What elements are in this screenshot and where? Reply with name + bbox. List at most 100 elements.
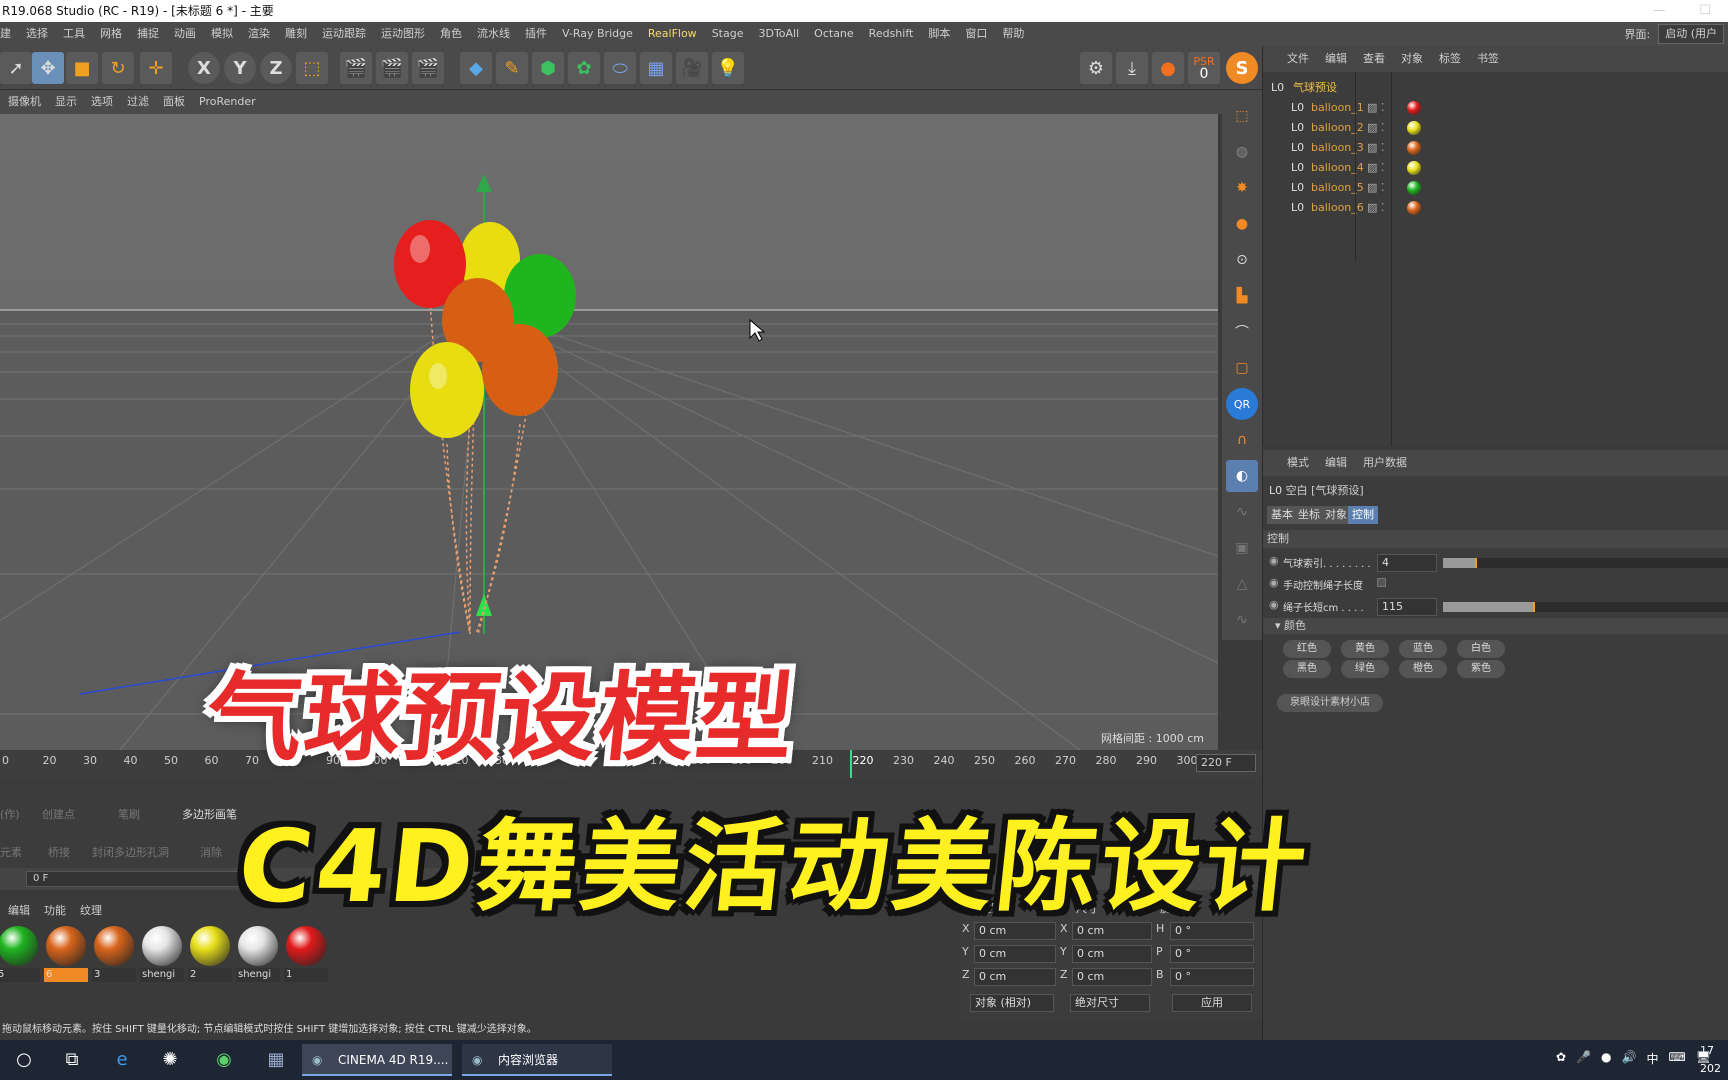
visibility-icon[interactable]: ▨ ⁚ — [1367, 98, 1384, 118]
object-menu-item-2[interactable]: 查看 — [1363, 46, 1385, 72]
material-menu-item-0[interactable]: 编辑 — [8, 902, 30, 918]
interface-dropdown[interactable]: 启动 (用户 — [1658, 24, 1724, 44]
object-row[interactable]: L0 balloon_2 ▨ ⁚ — [1263, 118, 1728, 138]
task-view-icon[interactable]: ⧉ — [60, 1048, 84, 1072]
object-mode-icon[interactable]: ▢ — [1226, 352, 1258, 384]
object-menu-item-3[interactable]: 对象 — [1401, 46, 1423, 72]
tab-1[interactable]: 坐标 — [1294, 506, 1324, 524]
tab-2[interactable]: 对象 — [1321, 506, 1351, 524]
app-pinwheel-icon[interactable]: ✺ — [158, 1048, 182, 1072]
color-button[interactable]: 白色 — [1457, 640, 1505, 658]
clock[interactable]: 17 202 — [1700, 1042, 1721, 1078]
material-tag-icon[interactable] — [1407, 141, 1421, 155]
calculator-icon[interactable]: ▦ — [264, 1048, 288, 1072]
cube-icon[interactable]: ◆ — [460, 52, 492, 84]
floor-icon[interactable]: ▦ — [640, 52, 672, 84]
attribute-menu-item-2[interactable]: 用户数据 — [1363, 450, 1407, 476]
position-field[interactable]: 0 cm — [974, 945, 1056, 963]
rotation-field[interactable]: 0 ° — [1170, 968, 1254, 986]
material-swatch[interactable]: shengi — [236, 924, 280, 984]
menu-item-4[interactable]: 捕捉 — [137, 22, 159, 46]
object-row[interactable]: L0 balloon_5 ▨ ⁚ — [1263, 178, 1728, 198]
attribute-menu-item-1[interactable]: 编辑 — [1325, 450, 1347, 476]
viewport-menu-item-4[interactable]: 面板 — [163, 90, 185, 114]
tab-3[interactable]: 控制 — [1348, 506, 1378, 524]
viewport-menu-item-3[interactable]: 过滤 — [127, 90, 149, 114]
taskbar-task-cinema4d[interactable]: ◉ CINEMA 4D R19.... — [302, 1044, 452, 1076]
soft-selection-icon[interactable]: ◐ — [1226, 460, 1258, 492]
render-settings-icon[interactable]: 🎬 — [412, 52, 444, 84]
workplane-icon[interactable]: ✸ — [1226, 172, 1258, 204]
menu-item-7[interactable]: 渲染 — [248, 22, 270, 46]
color-button[interactable]: 橙色 — [1399, 660, 1447, 678]
param-value-field[interactable]: 4 — [1377, 554, 1437, 572]
visibility-icon[interactable]: ▨ ⁚ — [1367, 138, 1384, 158]
coordinate-mode-dropdown[interactable]: 对象 (相对) — [970, 994, 1054, 1012]
lock-axis-icon[interactable]: ▣ — [1226, 532, 1258, 564]
sculpt-icon[interactable]: ∿ — [1226, 496, 1258, 528]
menu-item-0[interactable]: 建 — [0, 22, 11, 46]
material-tag-icon[interactable] — [1407, 121, 1421, 135]
menu-item-21[interactable]: 窗口 — [965, 22, 987, 46]
visibility-icon[interactable]: ▨ ⁚ — [1367, 178, 1384, 198]
material-swatch[interactable]: shengi — [140, 924, 184, 984]
shop-button[interactable]: 泉眼设计素材小店 — [1277, 694, 1383, 712]
maximize-icon[interactable]: ☐ — [1682, 0, 1728, 22]
axis-x-button[interactable]: X — [188, 52, 220, 84]
snap-icon[interactable]: ⚙ — [1080, 52, 1112, 84]
tray-app-icon[interactable]: ✿ — [1556, 1050, 1566, 1067]
color-button[interactable]: 黄色 — [1341, 640, 1389, 658]
subdivision-icon[interactable]: ⬢ — [532, 52, 564, 84]
wechat-icon[interactable]: ● — [1601, 1050, 1611, 1067]
pen-spline-icon[interactable]: ✎ — [496, 52, 528, 84]
param-slider[interactable] — [1443, 558, 1728, 568]
object-root-row[interactable]: L0 气球预设 — [1263, 78, 1728, 98]
frame-field[interactable]: 0 F — [26, 871, 256, 887]
edge-browser-icon[interactable]: e — [110, 1048, 134, 1072]
menu-item-12[interactable]: 流水线 — [477, 22, 510, 46]
scale-icon[interactable]: ■ — [66, 52, 98, 84]
axis-y-button[interactable]: Y — [224, 52, 256, 84]
polygon-tool-icon[interactable]: ▙ — [1226, 280, 1258, 312]
keyboard-icon[interactable]: ⌨ — [1668, 1050, 1685, 1067]
taskbar-task-content-browser[interactable]: ◉ 内容浏览器 — [462, 1044, 612, 1076]
param-radio-icon[interactable]: ◉ — [1269, 598, 1279, 611]
axis-z-button[interactable]: Z — [260, 52, 292, 84]
coordinate-system-icon[interactable]: ⬚ — [296, 52, 328, 84]
object-row[interactable]: L0 balloon_4 ▨ ⁚ — [1263, 158, 1728, 178]
volume-icon[interactable]: 🔊 — [1622, 1050, 1637, 1067]
material-tag-icon[interactable] — [1407, 201, 1421, 215]
size-field[interactable]: 0 cm — [1072, 945, 1152, 963]
select-arrow-icon[interactable]: ➚ — [0, 52, 32, 84]
apply-button[interactable]: 应用 — [1172, 994, 1252, 1012]
tool-label-0[interactable]: (作) — [0, 806, 20, 822]
search-icon[interactable]: ○ — [12, 1048, 36, 1072]
material-swatch[interactable]: 1 — [284, 924, 328, 984]
param-slider[interactable] — [1443, 602, 1728, 612]
tool-polygon-pen[interactable]: 多边形画笔 — [182, 806, 237, 822]
viewport-menu-item-0[interactable]: 摄像机 — [8, 90, 41, 114]
material-menu-item-1[interactable]: 功能 — [44, 902, 66, 918]
viewport-menu-item-5[interactable]: ProRender — [199, 90, 256, 114]
menu-item-1[interactable]: 选择 — [26, 22, 48, 46]
tool-create-point[interactable]: 创建点 — [42, 806, 75, 822]
menu-item-9[interactable]: 运动跟踪 — [322, 22, 366, 46]
deformer-icon[interactable]: ⬭ — [604, 52, 636, 84]
menu-item-20[interactable]: 脚本 — [928, 22, 950, 46]
size-mode-dropdown[interactable]: 绝对尺寸 — [1070, 994, 1150, 1012]
menu-item-18[interactable]: Octane — [814, 22, 854, 46]
color-button[interactable]: 红色 — [1283, 640, 1331, 658]
menu-item-10[interactable]: 运动图形 — [381, 22, 425, 46]
tool-close-hole[interactable]: 封闭多边形孔洞 — [92, 844, 169, 860]
param-checkbox[interactable] — [1377, 578, 1386, 587]
object-menu-item-0[interactable]: 文件 — [1287, 46, 1309, 72]
record-icon[interactable]: ● — [1152, 52, 1184, 84]
menu-item-22[interactable]: 帮助 — [1002, 22, 1024, 46]
render-view-icon[interactable]: 🎬 — [340, 52, 372, 84]
material-swatch[interactable]: 2 — [188, 924, 232, 984]
color-button[interactable]: 绿色 — [1341, 660, 1389, 678]
object-menu-item-1[interactable]: 编辑 — [1325, 46, 1347, 72]
size-field[interactable]: 0 cm — [1072, 968, 1152, 986]
script-icon[interactable]: S — [1226, 52, 1258, 84]
psr-button[interactable]: PSR 0 — [1188, 52, 1220, 84]
